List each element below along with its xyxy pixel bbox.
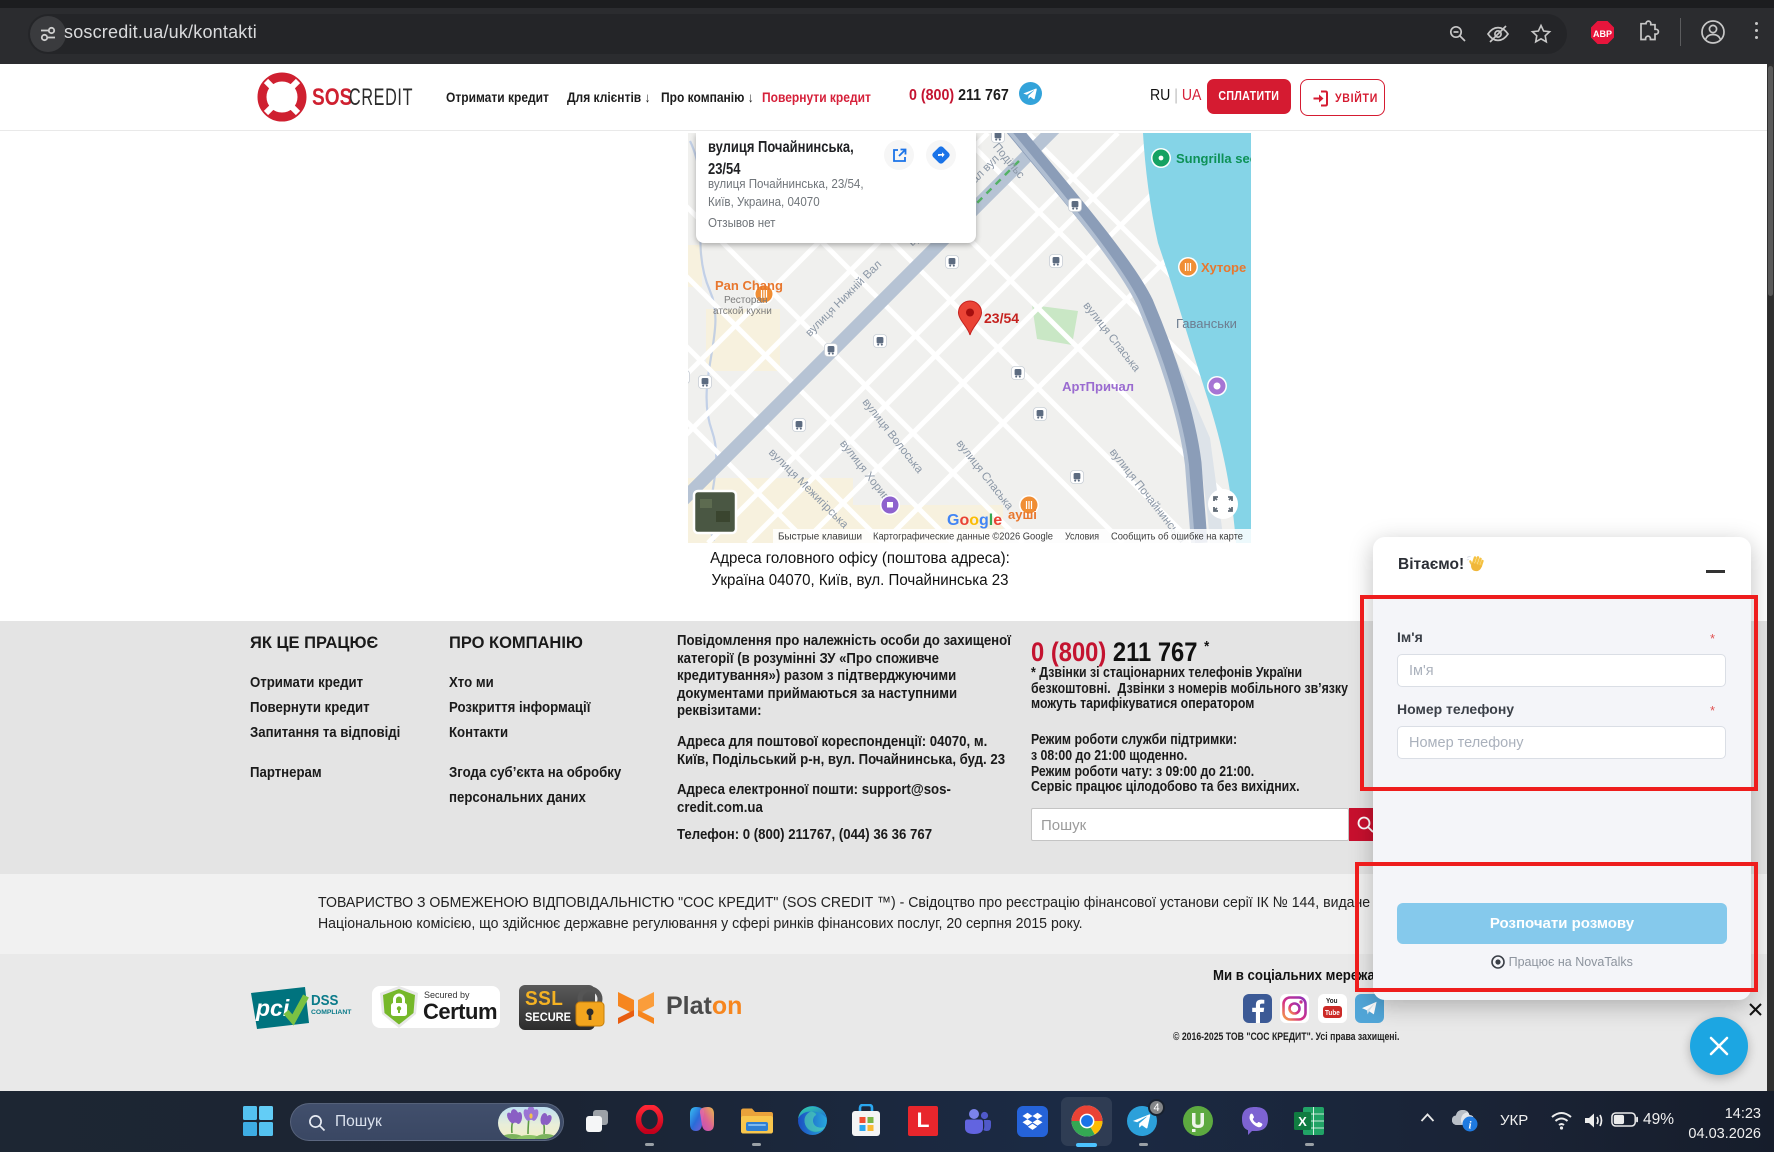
svg-text:Ресторан: Ресторан [724, 295, 767, 306]
svg-text:ауші: ауші [1008, 507, 1037, 522]
svg-text:Сообщить об ошибке на карте: Сообщить об ошибке на карте [1111, 531, 1243, 543]
svg-text:Гаванськи: Гаванськи [1176, 316, 1237, 331]
svg-text:SOS: SOS [312, 83, 352, 111]
svg-text:23/54: 23/54 [984, 310, 1019, 326]
svg-text:Условия: Условия [1065, 532, 1099, 543]
svg-text:X: X [1298, 1114, 1307, 1129]
svg-text:DSS: DSS [311, 991, 338, 1008]
svg-text:Pan Chang: Pan Chang [715, 278, 783, 293]
svg-text:Картографические данные ©2026: Картографические данные ©2026 Google [873, 531, 1053, 543]
svg-text:Быстрые клавиши: Быстрые клавиши [778, 532, 862, 543]
svg-text:ABP: ABP [1593, 29, 1612, 39]
svg-text:Хуторе: Хуторе [1201, 260, 1246, 275]
svg-text:атской кухни: атской кухни [713, 306, 772, 317]
svg-text:CREDIT: CREDIT [349, 84, 413, 111]
svg-text:COMPLIANT: COMPLIANT [311, 1009, 352, 1016]
svg-text:Google: Google [947, 512, 1002, 529]
svg-text:pci: pci [255, 995, 290, 1021]
svg-text:Sungrilla sec: Sungrilla sec [1176, 151, 1251, 166]
svg-text:АртПричал: АртПричал [1062, 379, 1134, 394]
